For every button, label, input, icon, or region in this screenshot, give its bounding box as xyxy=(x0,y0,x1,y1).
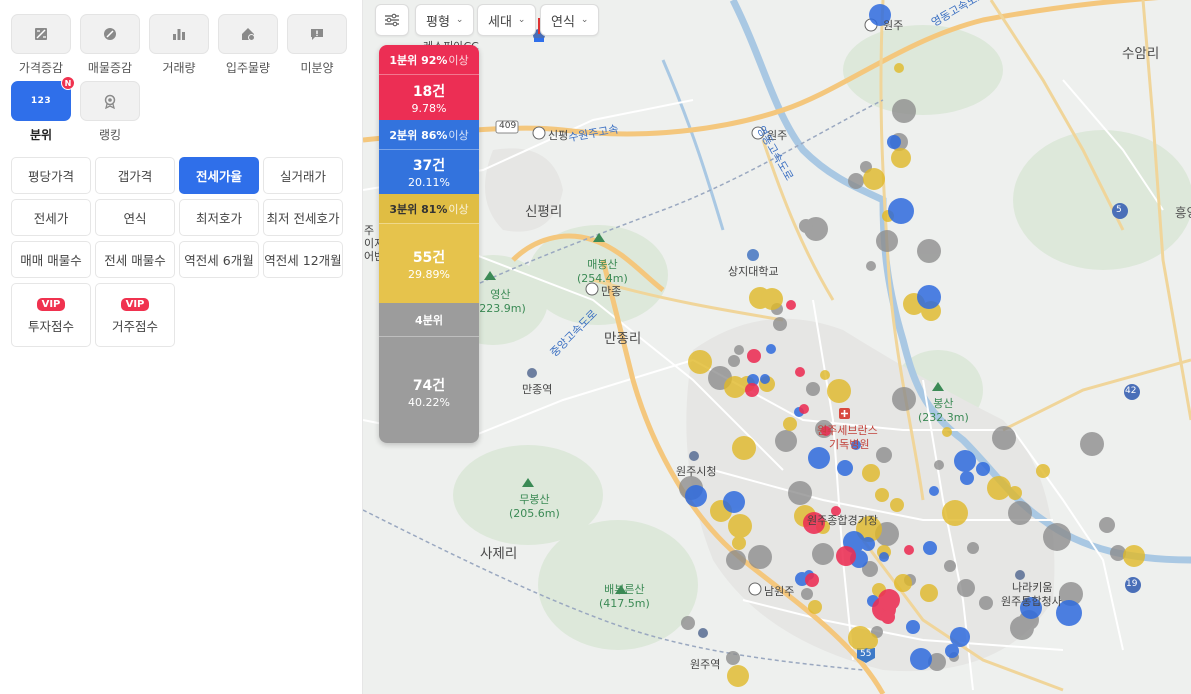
road-number: 55 xyxy=(860,649,872,659)
vip-investment-score[interactable]: VIP 투자점수 xyxy=(11,283,91,347)
listing-change-icon xyxy=(104,28,116,40)
cityhall-marker xyxy=(689,451,699,461)
metric-jeonse-ratio[interactable]: 전세가율 xyxy=(179,157,259,194)
poi-label: 원주종합경기장 xyxy=(807,514,878,527)
chip-label: 연식 xyxy=(551,14,575,30)
medal-icon xyxy=(104,94,116,109)
sidebar: 가격증감 매물증감 거래량 입주물량 미분양 123 N 분위 랭킹 평당가격 … xyxy=(0,0,363,694)
location-pin-icon xyxy=(534,18,544,42)
legend-q3-header: 3분위 81% 이상 xyxy=(379,194,479,223)
metric-gap-price[interactable]: 갭가격 xyxy=(95,157,175,194)
vip-badge: VIP xyxy=(36,298,66,311)
metric-lowest-jeonse-ask[interactable]: 최저 전세호가 xyxy=(263,199,343,236)
home-supply-icon xyxy=(242,28,255,41)
ic-label: 신평 xyxy=(548,129,569,142)
chevron-down-icon: ⌄ xyxy=(517,15,526,25)
metric-reverse-jeonse-12m[interactable]: 역전세 12개월 xyxy=(263,241,343,278)
place-label: 수암리 xyxy=(1122,46,1160,62)
mountain-label: 영산 (223.9m) xyxy=(475,288,526,315)
poi-label: 상지대학교 xyxy=(728,265,779,278)
vip-living-score[interactable]: VIP 거주점수 xyxy=(95,283,175,347)
poi-label: 원주시청 xyxy=(676,465,717,478)
legend-q2-header: 2분위 86% 이상 xyxy=(379,120,479,149)
category-price-change[interactable]: 가격증감 xyxy=(11,14,71,76)
category-listing-change[interactable]: 매물증감 xyxy=(80,14,140,76)
place-label: 사제리 xyxy=(480,546,518,562)
quantile-legend: 1분위 92% 이상 18건 9.78% 2분위 86% 이상 37건 20.11%… xyxy=(379,45,479,443)
category-label: 가격증감 xyxy=(18,61,64,75)
category-label: 거래량 xyxy=(162,61,196,75)
metric-price-per-pyeong[interactable]: 평당가격 xyxy=(11,157,91,194)
legend-q4-header: 4분위 xyxy=(379,303,479,336)
category-label: 분위 xyxy=(29,128,53,142)
mountain-label: 매봉산 (254.4m) xyxy=(577,258,628,285)
ic-label: 남원주 xyxy=(764,585,795,598)
category-trade-volume[interactable]: 거래량 xyxy=(149,14,209,76)
filter-settings-button[interactable] xyxy=(375,4,409,36)
legend-q1-body: 18건 9.78% xyxy=(379,74,479,120)
poi-label: 원주역 xyxy=(690,658,721,671)
category-label: 미분양 xyxy=(300,61,334,75)
stream xyxy=(661,59,725,231)
vip-badge: VIP xyxy=(120,298,150,311)
station-marker xyxy=(527,368,537,378)
vip-label: 거주점수 xyxy=(111,319,158,334)
road-number: 409 xyxy=(499,121,517,131)
legend-q4-body: 74건 40.22% xyxy=(379,336,479,443)
filter-households-dropdown[interactable]: 세대 ⌄ xyxy=(477,4,537,36)
category-ranking[interactable]: 랭킹 xyxy=(80,81,140,143)
legend-q1-header: 1분위 92% 이상 xyxy=(379,45,479,74)
road-number: 19 xyxy=(1126,579,1138,589)
place-label: 흥양 xyxy=(1175,205,1191,220)
metric-real-price[interactable]: 실거래가 xyxy=(263,157,343,194)
category-quantile[interactable]: 123 N 분위 xyxy=(11,76,75,143)
metric-jeonse-listings[interactable]: 전세 매물수 xyxy=(95,241,175,278)
map-view[interactable]: 수암리 신평리 만종리 사제리 흥양 원주 신평 원주 만종 남원주 영동고속도… xyxy=(363,0,1191,694)
road-number: 42 xyxy=(1125,386,1137,396)
university-marker xyxy=(747,249,759,261)
mountain-label: 봉산 (232.3m) xyxy=(918,397,969,424)
place-label: 원주 xyxy=(883,19,904,32)
chip-label: 평형 xyxy=(426,14,450,30)
number-123-icon: 123 xyxy=(30,96,52,106)
sliders-icon xyxy=(385,13,399,27)
metric-lowest-ask[interactable]: 최저호가 xyxy=(179,199,259,236)
poi-label: 원주통합청사 xyxy=(1001,595,1062,608)
new-badge: N xyxy=(61,76,75,90)
chevron-down-icon: ⌄ xyxy=(580,15,589,25)
metric-sale-listings[interactable]: 매매 매물수 xyxy=(11,241,91,278)
category-label: 매물증감 xyxy=(87,61,133,75)
filter-age-dropdown[interactable]: 연식 ⌄ xyxy=(540,4,600,36)
mountain-label: 배부른산 (417.5m) xyxy=(599,583,650,610)
mountain-label: 무봉산 (205.6m) xyxy=(509,493,560,520)
chip-label: 세대 xyxy=(488,14,512,30)
ic-label: 만종 xyxy=(601,285,622,298)
price-change-icon xyxy=(35,28,47,40)
metric-reverse-jeonse-6m[interactable]: 역전세 6개월 xyxy=(179,241,259,278)
filter-area-dropdown[interactable]: 평형 ⌄ xyxy=(415,4,475,36)
app-root: 가격증감 매물증감 거래량 입주물량 미분양 123 N 분위 랭킹 평당가격 … xyxy=(0,0,1191,694)
station-marker xyxy=(698,628,708,638)
category-label: 랭킹 xyxy=(98,128,122,142)
category-label: 입주물량 xyxy=(225,61,271,75)
poi-label: 만종역 xyxy=(522,383,553,396)
place-label: 신평리 xyxy=(525,204,563,220)
category-unsold[interactable]: 미분양 xyxy=(287,14,347,76)
legend-q2-body: 37건 20.11% xyxy=(379,149,479,194)
road-number: 5 xyxy=(1116,205,1122,215)
bar-chart-icon xyxy=(173,29,185,40)
legend-q3-body: 55건 29.89% xyxy=(379,223,479,303)
metric-age[interactable]: 연식 xyxy=(95,199,175,236)
alert-message-icon xyxy=(311,29,323,40)
poi-label: 기독병원 xyxy=(829,438,870,451)
chevron-down-icon: ⌄ xyxy=(455,15,464,25)
metric-jeonse-price[interactable]: 전세가 xyxy=(11,199,91,236)
vip-label: 투자점수 xyxy=(27,319,74,334)
place-label: 만종리 xyxy=(604,331,642,347)
category-supply[interactable]: 입주물량 xyxy=(218,14,278,76)
